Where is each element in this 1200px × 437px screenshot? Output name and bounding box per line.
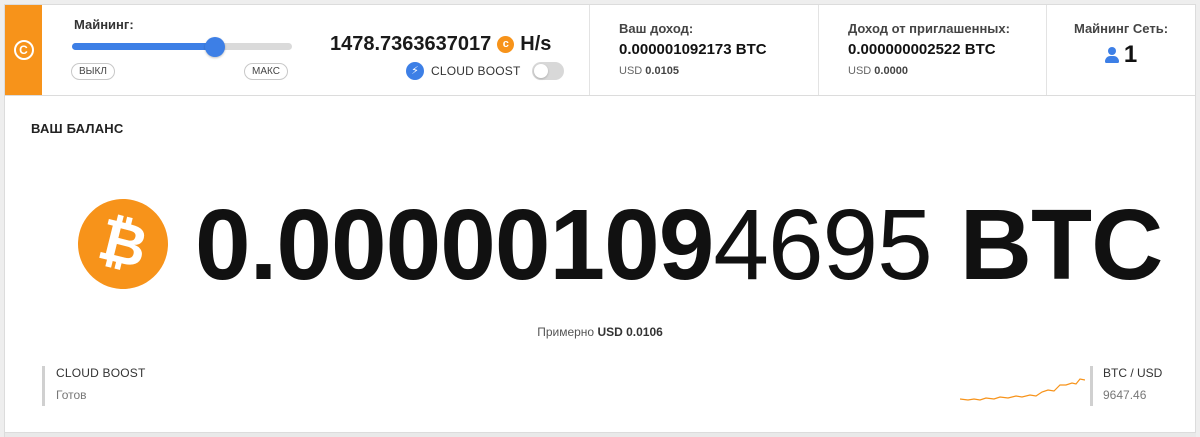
hashrate-value: 1478.7363637017 (330, 33, 492, 55)
balance-approx: Примерно USD 0.0106 (5, 325, 1195, 339)
network-count-row: 1 (1047, 41, 1195, 69)
income-label: Ваш доход: (619, 21, 694, 36)
income-usd-prefix: USD (619, 65, 643, 77)
referral-income-stat: Доход от приглашенных: 0.000000002522 BT… (819, 5, 1047, 95)
rate-value: 9647.46 (1103, 388, 1147, 402)
income-usd-value: 0.0105 (645, 65, 679, 77)
mining-label: Майнинг: (74, 17, 134, 32)
user-icon (1104, 47, 1119, 63)
referral-income-label: Доход от приглашенных: (848, 21, 1010, 36)
mining-max-button[interactable]: МАКС (244, 63, 288, 80)
rate-label: BTC / USD (1103, 366, 1163, 380)
approx-value: USD 0.0106 (597, 325, 663, 339)
balance-panel: ВАШ БАЛАНС ₿ 0.000001094695 BTC Примерно … (4, 96, 1196, 433)
toggle-knob (533, 64, 548, 78)
mining-control: Майнинг: ВЫКЛ МАКС 1478.7363637017 c H/s… (42, 5, 590, 95)
approx-label: Примерно (537, 325, 595, 339)
balance-amount-light: 4695 (713, 189, 932, 301)
income-usd: USD 0.0105 (619, 65, 679, 77)
top-bar: C Майнинг: ВЫКЛ МАКС 1478.7363637017 c H… (4, 4, 1196, 96)
slider-handle[interactable] (205, 37, 225, 57)
cloud-boost-toggle[interactable] (531, 62, 564, 80)
referral-usd-prefix: USD (848, 65, 872, 77)
btc-usd-rate: BTC / USD 9647.46 (1090, 366, 1162, 406)
balance-amount-strong: 0.00000109 (195, 189, 714, 301)
hashrate-unit: H/s (520, 33, 552, 55)
logo-tab[interactable]: C (5, 5, 42, 95)
referral-income-value: 0.000000002522 BTC (848, 41, 996, 58)
cryptotab-logo-icon: C (13, 40, 34, 60)
sparkline-path (960, 378, 1085, 401)
network-label: Майнинг Сеть: (1073, 21, 1169, 36)
network-count: 1 (1123, 41, 1138, 68)
cloud-boost-label: CLOUD BOOST (431, 64, 521, 78)
btc-usd-sparkline (960, 378, 1085, 401)
referral-income-usd: USD 0.0000 (848, 65, 908, 77)
balance-unit: BTC (959, 189, 1164, 301)
mining-network[interactable]: Майнинг Сеть: 1 (1047, 5, 1195, 95)
hashrate-display: 1478.7363637017 c H/s (330, 33, 551, 56)
slider-fill (72, 43, 215, 50)
balance-amount: 0.000001094695 BTC (195, 189, 1164, 301)
income-value: 0.000001092173 BTC (619, 41, 767, 58)
bitcoin-icon: ₿ (68, 189, 178, 299)
cloud-boost-status-value: Готов (56, 388, 87, 402)
bolt-icon: ⚡ (406, 62, 424, 80)
next-panel-edge (4, 433, 1196, 437)
mining-speed-slider[interactable] (72, 37, 292, 57)
coin-icon: c (497, 36, 515, 53)
referral-usd-value: 0.0000 (874, 65, 908, 77)
cloud-boost-status[interactable]: CLOUD BOOST Готов (42, 366, 146, 406)
mining-off-button[interactable]: ВЫКЛ (71, 63, 115, 80)
balance-title: ВАШ БАЛАНС (31, 121, 124, 136)
cloud-boost-status-title: CLOUD BOOST (56, 366, 146, 380)
income-stat: Ваш доход: 0.000001092173 BTC USD 0.0105 (590, 5, 819, 95)
cloud-boost-toggle-row: ⚡ CLOUD BOOST (406, 62, 564, 80)
